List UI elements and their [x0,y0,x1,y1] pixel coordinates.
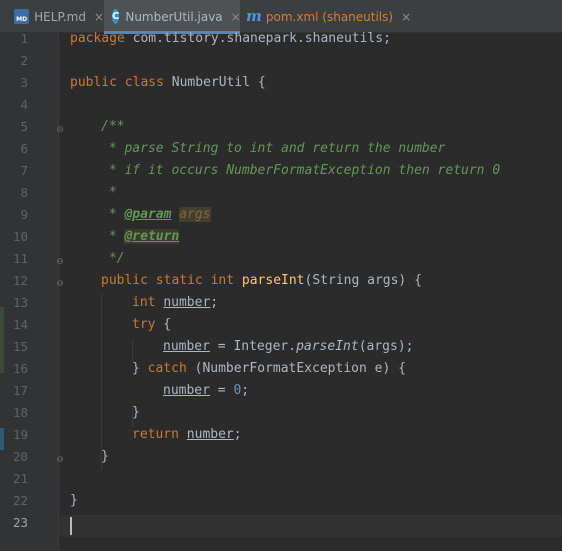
tab-pom-xml[interactable]: m pom.xml (shaneutils) × [240,0,411,33]
tab-label: NumberUtil.java [125,9,223,24]
doc-comment: * parse String to int and return the num… [101,141,446,156]
keyword: return [132,427,179,442]
code-text: (args); [358,339,414,354]
line-number: 16 [12,361,28,376]
line-number: 11 [12,251,28,266]
javadoc-param-tag: @param [124,207,172,222]
variable: number [163,295,211,310]
close-icon[interactable]: × [94,10,104,24]
code-line: public static int parseInt(String args) … [101,273,422,295]
line-number: 17 [12,383,28,398]
keyword: package [70,31,125,46]
doc-prefix: * [101,229,125,244]
indent-guide [101,295,102,471]
line-number: 22 [12,493,28,508]
line-number: 3 [20,75,28,90]
code-line: return number; [132,427,242,449]
keyword: catch [147,361,187,376]
keyword: int [132,295,156,310]
doc-comment: */ [101,251,125,266]
code-line: } [132,405,140,420]
line-number: 18 [12,405,28,420]
tab-help-md[interactable]: MD HELP.md × [14,0,104,33]
keyword: public [70,75,117,90]
code-line: public class NumberUtil { [70,75,266,97]
text-caret [70,517,72,535]
code-line: } catch (NumberFormatException e) { [132,361,406,383]
tab-label: HELP.md [34,9,86,24]
line-number: 21 [12,471,28,486]
package-name: com.tistory.shanepark.shaneutils; [124,31,391,46]
punctuation: ; [210,295,219,310]
punctuation: } [132,361,148,376]
fold-end-icon[interactable]: ⊖ [56,251,64,273]
code-line: } [101,449,109,464]
doc-comment: * [101,185,117,200]
indent-guide [132,339,133,361]
line-number: 19 [12,427,28,442]
fold-end-icon[interactable]: ⊖ [56,449,64,471]
doc-comment: * @param args [101,207,211,229]
line-number: 14 [12,317,28,332]
keyword: public static int [101,273,235,288]
fold-icon[interactable]: ⊖ [56,119,64,141]
line-number: 23 [12,515,28,530]
doc-comment: /** [101,119,125,134]
line-number: 2 [20,53,28,68]
code-line: package com.tistory.shanepark.shaneutils… [70,31,391,53]
code-line: } [70,493,78,508]
doc-comment: * @return [101,229,180,251]
code-editor[interactable]: 1 2 3 4 5 6 7 8 9 10 11 12 13 14 15 16 1… [0,31,562,551]
close-icon[interactable]: × [401,10,411,24]
line-number: 6 [20,141,28,156]
code-line: number = 0; [163,383,249,405]
code-line: int number; [132,295,218,317]
line-number: 9 [20,207,28,222]
method-params: (String args) { [304,273,422,288]
markdown-file-icon: MD [14,9,30,24]
punctuation: ; [233,427,242,442]
tab-label: pom.xml (shaneutils) [265,9,394,24]
punctuation: { [155,317,172,332]
line-number: 15 [12,339,28,354]
method-name: parseInt [241,273,305,288]
punctuation: ; [241,383,250,398]
static-call: parseInt [296,339,359,354]
line-number: 4 [20,97,28,112]
current-line-highlight [59,515,562,537]
tab-number-util-java[interactable]: C NumberUtil.java × [104,0,241,34]
line-number: 20 [12,449,28,464]
editor-tab-bar: MD HELP.md × C NumberUtil.java × m pom.x… [0,0,562,34]
fold-icon[interactable]: ⊖ [56,273,64,295]
line-number: 8 [20,185,28,200]
javadoc-return-tag: @return [124,229,180,244]
line-number: 1 [20,31,28,46]
class-name: NumberUtil { [163,75,266,90]
doc-comment: * if it occurs NumberFormatException the… [101,163,501,178]
code-text: = [209,383,234,398]
code-text: (NumberFormatException e) { [186,361,406,376]
variable: number [163,383,210,398]
line-number: 10 [12,229,28,244]
keyword: try [132,317,156,332]
code-line: try { [132,317,171,339]
doc-prefix: * [101,207,125,222]
variable: number [163,339,210,354]
line-number: 13 [12,295,28,310]
line-number: 12 [12,273,28,288]
variable: number [186,427,234,442]
keyword: class [124,75,164,90]
code-line: number = Integer.parseInt(args); [163,339,413,361]
maven-icon: m [246,7,262,25]
code-text: = Integer. [209,339,297,354]
param-name: args [179,207,211,222]
line-number: 5 [20,119,28,134]
java-class-icon: C [112,9,120,24]
line-number: 7 [20,163,28,178]
